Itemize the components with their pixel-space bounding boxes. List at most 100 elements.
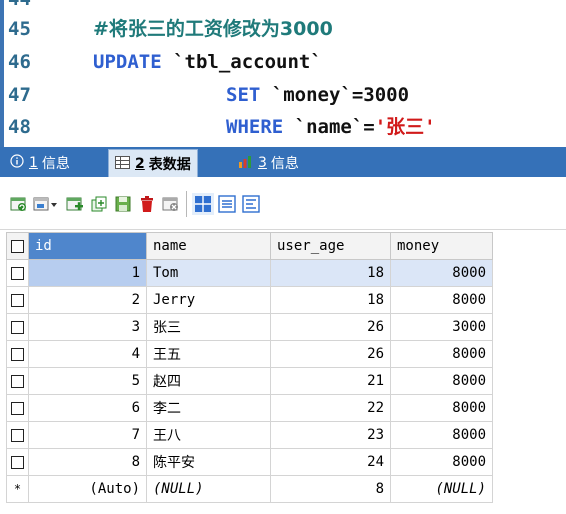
- code-token-op: =: [363, 116, 375, 138]
- cell-user-age[interactable]: 24: [270, 448, 391, 476]
- cell-id[interactable]: 5: [28, 367, 147, 395]
- refresh-icon[interactable]: [8, 193, 30, 215]
- row-checkbox[interactable]: [6, 448, 29, 476]
- row-checkbox[interactable]: [6, 313, 29, 341]
- cell-user-age[interactable]: 26: [270, 340, 391, 368]
- cell-id[interactable]: 1: [28, 259, 147, 287]
- cell-user-age[interactable]: 8: [270, 475, 391, 503]
- cell-name[interactable]: 赵四: [146, 367, 271, 395]
- cell-money[interactable]: 8000: [390, 394, 493, 422]
- cell-id[interactable]: 6: [28, 394, 147, 422]
- select-all-checkbox[interactable]: [6, 232, 29, 260]
- table-row[interactable]: 3 张三 26 3000: [6, 313, 493, 341]
- column-header-name[interactable]: name: [146, 232, 271, 260]
- grid-view-icon[interactable]: [192, 193, 214, 215]
- line-number: 45: [8, 18, 31, 40]
- view-dropdown-icon[interactable]: [32, 193, 60, 215]
- grid-header-row: id name user_age money: [6, 232, 493, 260]
- save-icon[interactable]: [112, 193, 134, 215]
- line-number: 47: [8, 84, 31, 106]
- toolbar-separator: [186, 191, 187, 217]
- row-checkbox[interactable]: [6, 367, 29, 395]
- cell-name[interactable]: Jerry: [146, 286, 271, 314]
- cell-user-age[interactable]: 26: [270, 313, 391, 341]
- cell-id[interactable]: 2: [28, 286, 147, 314]
- cell-name[interactable]: 李二: [146, 394, 271, 422]
- form-view-icon[interactable]: [216, 193, 238, 215]
- editor-line[interactable]: 47 SET `money`=3000: [0, 82, 566, 108]
- column-header-user-age[interactable]: user_age: [270, 232, 391, 260]
- line-number: 46: [8, 51, 31, 73]
- tab-label: 信息: [270, 156, 299, 172]
- new-row[interactable]: * (Auto) (NULL) 8 (NULL): [6, 475, 493, 503]
- new-row-marker: *: [6, 475, 29, 503]
- code-token-kw: WHERE: [226, 116, 295, 138]
- row-checkbox[interactable]: [6, 259, 29, 287]
- cell-name[interactable]: 张三: [146, 313, 271, 341]
- cell-user-age[interactable]: 18: [270, 259, 391, 287]
- table-row[interactable]: 1 Tom 18 8000: [6, 259, 493, 287]
- code-token-kw: UPDATE: [93, 51, 174, 73]
- cell-id[interactable]: 8: [28, 448, 147, 476]
- row-checkbox[interactable]: [6, 286, 29, 314]
- table-row[interactable]: 8 陈平安 24 8000: [6, 448, 493, 476]
- tab-label: 信息: [41, 156, 70, 172]
- tab-number: 1: [29, 155, 38, 171]
- cell-user-age[interactable]: 22: [270, 394, 391, 422]
- cell-money[interactable]: 8000: [390, 340, 493, 368]
- editor-line[interactable]: 48 WHERE `name`='张三': [0, 114, 566, 140]
- cell-name[interactable]: 陈平安: [146, 448, 271, 476]
- cell-name[interactable]: Tom: [146, 259, 271, 287]
- delete-icon[interactable]: [136, 193, 158, 215]
- text-view-icon[interactable]: [240, 193, 262, 215]
- code-text: UPDATE `tbl_account`: [93, 49, 322, 75]
- add-row-icon[interactable]: [64, 193, 86, 215]
- table-row[interactable]: 6 李二 22 8000: [6, 394, 493, 422]
- editor-line[interactable]: 46 UPDATE `tbl_account`: [0, 49, 566, 75]
- cancel-icon[interactable]: [160, 193, 182, 215]
- line-number: 48: [8, 116, 31, 138]
- tab-info-3[interactable]: 3 信息: [232, 151, 305, 175]
- cell-id[interactable]: 4: [28, 340, 147, 368]
- table-row[interactable]: 5 赵四 21 8000: [6, 367, 493, 395]
- cell-money[interactable]: 8000: [390, 259, 493, 287]
- code-token-ident: `tbl_account`: [173, 51, 322, 73]
- cell-id[interactable]: (Auto): [28, 475, 147, 503]
- duplicate-row-icon[interactable]: [88, 193, 110, 215]
- cell-name[interactable]: 王八: [146, 421, 271, 449]
- column-header-id[interactable]: id: [28, 232, 147, 260]
- editor-line[interactable]: 44: [0, 0, 566, 12]
- sql-editor[interactable]: 44 45 #将张三的工资修改为3000 46 UPDATE `tbl_account`…: [0, 0, 566, 147]
- cell-money[interactable]: 3000: [390, 313, 493, 341]
- cell-user-age[interactable]: 18: [270, 286, 391, 314]
- cell-money[interactable]: 8000: [390, 421, 493, 449]
- code-token-ident: `name`: [294, 116, 364, 138]
- tab-number: 3: [258, 155, 267, 171]
- column-header-money[interactable]: money: [390, 232, 493, 260]
- cell-money[interactable]: 8000: [390, 367, 493, 395]
- table-row[interactable]: 2 Jerry 18 8000: [6, 286, 493, 314]
- tab-info-1[interactable]: 1 信息: [4, 151, 76, 175]
- row-checkbox[interactable]: [6, 394, 29, 422]
- line-number: 44: [8, 0, 38, 12]
- code-token-str: '张三': [374, 116, 436, 138]
- row-checkbox[interactable]: [6, 421, 29, 449]
- editor-line[interactable]: 45 #将张三的工资修改为3000: [0, 16, 566, 42]
- code-text: SET `money`=3000: [226, 82, 409, 108]
- grid-icon: [115, 155, 130, 173]
- cell-name[interactable]: 王五: [146, 340, 271, 368]
- row-checkbox[interactable]: [6, 340, 29, 368]
- cell-money[interactable]: 8000: [390, 448, 493, 476]
- cell-name[interactable]: (NULL): [146, 475, 271, 503]
- code-text: WHERE `name`='张三': [226, 114, 436, 140]
- table-row[interactable]: 4 王五 26 8000: [6, 340, 493, 368]
- tab-number: 2: [135, 156, 145, 172]
- cell-user-age[interactable]: 21: [270, 367, 391, 395]
- tab-table-data[interactable]: 2 表数据: [108, 149, 198, 178]
- cell-id[interactable]: 3: [28, 313, 147, 341]
- table-row[interactable]: 7 王八 23 8000: [6, 421, 493, 449]
- cell-money[interactable]: (NULL): [390, 475, 493, 503]
- cell-user-age[interactable]: 23: [270, 421, 391, 449]
- cell-money[interactable]: 8000: [390, 286, 493, 314]
- cell-id[interactable]: 7: [28, 421, 147, 449]
